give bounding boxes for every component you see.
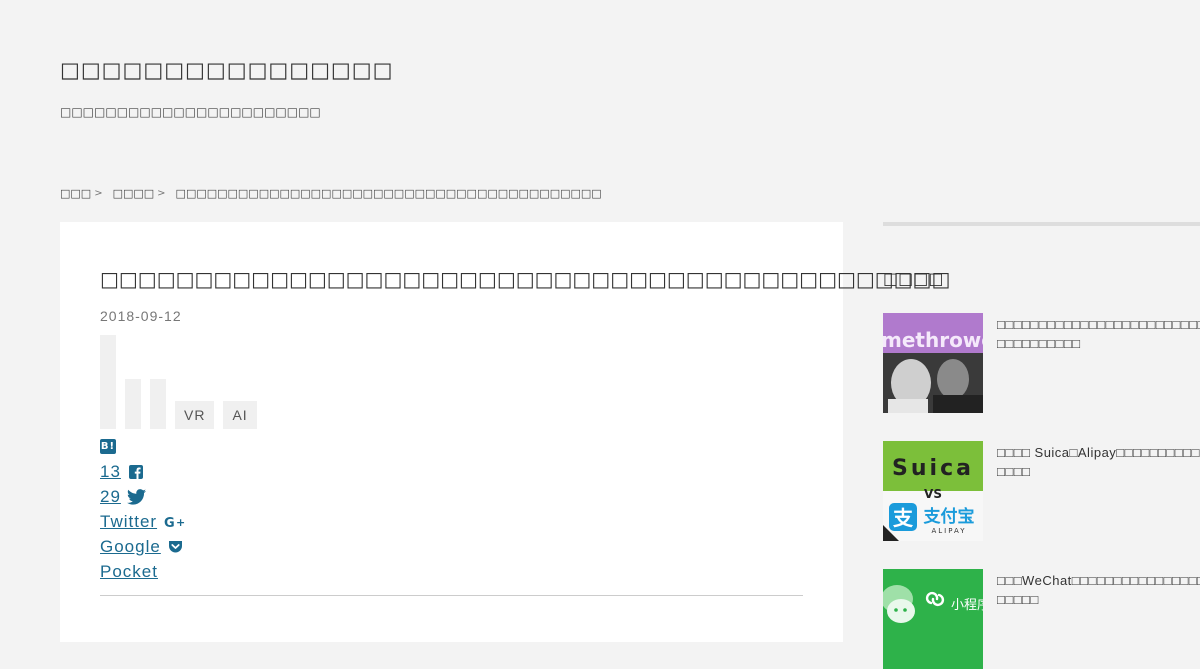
thumbnail-text: ALIPAY	[931, 527, 966, 535]
twitter-share-link[interactable]: Twitter	[100, 512, 157, 532]
pocket-share-link[interactable]: Pocket	[100, 562, 158, 582]
sidebar-article-2[interactable]: Suica VS 支 支付宝 ALIPAY □□□□ Suica□Alipay□…	[883, 441, 1200, 541]
twitter-share-count[interactable]: 29	[100, 487, 121, 507]
breadcrumb-current: □□□□□□□□□□□□□□□□□□□□□□□□□□□□□□□□□□□□□□□□…	[175, 187, 602, 200]
article-thumbnail[interactable]: methrowe	[883, 313, 983, 413]
chevron-right-icon: >	[157, 188, 166, 199]
thumbnail-text: 小程序	[951, 598, 983, 613]
site-description: □□□□□□□□□□□□□□□□□□□□□□□	[60, 105, 321, 119]
sidebar-article-3[interactable]: 小程序 □□□WeChat□□□□□□□□□□□□□□□□□□□□□	[883, 569, 1200, 669]
share-buttons: B! 13 29 Twitter G + Google Pocket	[100, 434, 185, 584]
tag-placeholder	[150, 379, 166, 429]
article-date: 2018-09-12	[100, 308, 182, 324]
google-plus-icon[interactable]: G +	[163, 514, 185, 530]
sidebar-article-title[interactable]: □□□□□□□□□□□□□□□□□□□□□□□□□□□□□□□□□□□	[997, 315, 1200, 353]
svg-text:+: +	[176, 516, 185, 529]
sidebar-article-title[interactable]: □□□WeChat□□□□□□□□□□□□□□□□□□□□□	[997, 571, 1200, 609]
tag-ai[interactable]: AI	[223, 401, 257, 429]
thumbnail-text: 支付宝	[924, 506, 975, 527]
article-thumbnail[interactable]: Suica VS 支 支付宝 ALIPAY	[883, 441, 983, 541]
article-thumbnail[interactable]: 小程序	[883, 569, 983, 669]
tag-vr[interactable]: VR	[175, 401, 215, 429]
divider	[100, 595, 803, 596]
facebook-share-count[interactable]: 13	[100, 462, 121, 482]
facebook-icon[interactable]	[128, 464, 144, 480]
sidebar-article-title[interactable]: □□□□ Suica□Alipay□□□□□□□□□□□□□□	[997, 443, 1200, 481]
breadcrumb-home[interactable]: □□□	[60, 187, 91, 200]
site-title[interactable]: □□□□□□□□□□□□□□□□	[60, 58, 393, 82]
sidebar-heading: □□□□	[883, 269, 944, 288]
thumbnail-text: Suica	[892, 456, 974, 481]
tag-placeholder	[100, 335, 116, 429]
hatena-bookmark-icon[interactable]: B!	[100, 439, 116, 454]
chevron-right-icon: >	[94, 188, 103, 199]
sidebar-article-1[interactable]: methrowe □□□□□□□□□□□□□□□□□□□□□□□□□□□□□□□…	[883, 313, 1200, 413]
svg-text:G: G	[164, 516, 176, 529]
google-share-link[interactable]: Google	[100, 537, 161, 557]
svg-text:支: 支	[893, 506, 914, 530]
tag-list: VR AI	[100, 335, 266, 429]
article-card: □□□□□□□□□□□□□□□□□□□□□□□□□□□□□□□□□□□□□□□□…	[60, 222, 950, 642]
breadcrumb: □□□ > □□□□ > □□□□□□□□□□□□□□□□□□□□□□□□□□□…	[60, 187, 602, 200]
thumbnail-text: VS	[924, 487, 942, 501]
pocket-icon[interactable]	[168, 539, 184, 555]
tag-placeholder	[125, 379, 141, 429]
article-title[interactable]: □□□□□□□□□□□□□□□□□□□□□□□□□□□□□□□□□□□□□□□□…	[100, 267, 950, 291]
breadcrumb-category[interactable]: □□□□	[113, 187, 155, 200]
sidebar-rule	[883, 222, 1200, 226]
thumbnail-text: methrowe	[883, 328, 983, 352]
twitter-icon[interactable]	[127, 488, 147, 505]
